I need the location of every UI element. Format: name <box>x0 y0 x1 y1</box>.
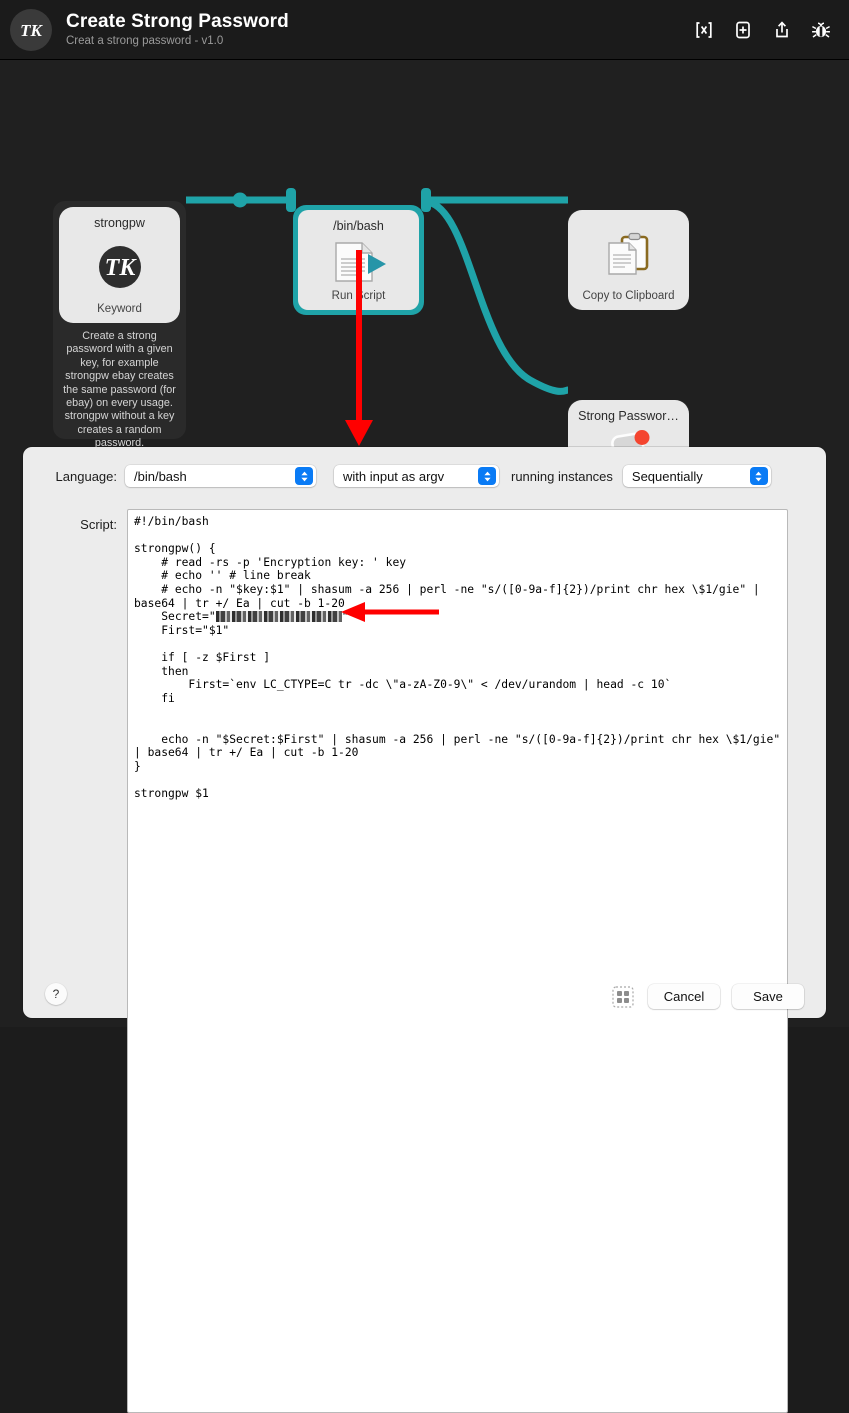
language-select-value: /bin/bash <box>134 468 187 484</box>
svg-text:TK: TK <box>20 21 43 40</box>
script-document-play-icon <box>328 233 390 290</box>
page-subtitle: Creat a strong password - v1.0 <box>66 34 224 47</box>
input-mode-select[interactable]: with input as argv <box>334 465 499 487</box>
node-copy-to-clipboard[interactable]: Copy to Clipboard <box>568 210 689 310</box>
language-select[interactable]: /bin/bash <box>125 465 316 487</box>
svg-text:TK: TK <box>104 255 137 281</box>
variable-brackets-icon[interactable] <box>693 18 715 42</box>
chevron-updown-icon <box>749 467 768 485</box>
script-content: #!/bin/bash strongpw() { # read -rs -p '… <box>128 510 787 800</box>
script-text-before-secret: #!/bin/bash strongpw() { # read -rs -p '… <box>134 515 760 624</box>
page-title: Create Strong Password <box>66 10 289 32</box>
input-mode-value: with input as argv <box>343 468 445 484</box>
running-instances-value: Sequentially <box>631 468 703 484</box>
node-keyword-title: strongpw <box>94 216 145 230</box>
node-run-script-subtitle: Run Script <box>331 290 386 302</box>
titlebar: TK Create Strong Password Creat a strong… <box>0 0 849 60</box>
node-clipboard-subtitle: Copy to Clipboard <box>582 290 675 302</box>
debug-bug-icon[interactable] <box>810 18 832 42</box>
cancel-button[interactable]: Cancel <box>648 984 720 1009</box>
grid-squares-icon[interactable] <box>610 985 636 1009</box>
running-instances-label: running instances <box>511 468 613 484</box>
script-textarea[interactable]: #!/bin/bash strongpw() { # read -rs -p '… <box>127 509 788 1413</box>
node-keyword[interactable]: strongpw TK Keyword Create a strong pass… <box>53 201 186 449</box>
help-button[interactable]: ? <box>45 983 67 1005</box>
script-label: Script: <box>80 517 117 532</box>
node-keyword-subtitle: Keyword <box>97 303 142 315</box>
language-row: Language: /bin/bash with input as argv r… <box>23 465 826 487</box>
titlebar-actions <box>693 18 832 42</box>
node-keyword-description: Create a strong password with a given ke… <box>63 330 176 450</box>
title-block: Create Strong Password Creat a strong pa… <box>66 11 289 49</box>
footer-actions: Cancel Save <box>610 984 804 1009</box>
script-editor-panel: Language: /bin/bash with input as argv r… <box>23 447 826 1413</box>
node-run-script-card[interactable]: /bin/bash Run Script <box>298 210 419 310</box>
running-instances-select[interactable]: Sequentially <box>622 465 771 487</box>
node-keyword-card[interactable]: strongpw TK Keyword <box>59 207 180 323</box>
node-run-script[interactable]: /bin/bash Run Script <box>293 205 424 315</box>
add-action-icon[interactable] <box>732 18 754 42</box>
chevron-updown-icon <box>478 467 496 485</box>
script-text-after-secret: " First="$1" if [ -z $First ] then First… <box>134 610 781 800</box>
app-icon: TK <box>10 8 52 51</box>
panel-footer: ? Cancel Save <box>23 962 826 1018</box>
tk-logo-icon: TK <box>95 230 145 303</box>
node-copy-to-clipboard-card[interactable]: Copy to Clipboard <box>568 210 689 310</box>
secret-value-redacted <box>215 611 342 623</box>
node-run-script-title: /bin/bash <box>333 219 384 233</box>
chevron-updown-icon <box>295 467 313 485</box>
save-button[interactable]: Save <box>732 984 804 1009</box>
share-icon[interactable] <box>771 18 793 42</box>
clipboard-copy-icon <box>599 219 659 290</box>
node-notify-title: Strong Passwor… <box>578 409 679 423</box>
language-label: Language: <box>55 468 117 484</box>
